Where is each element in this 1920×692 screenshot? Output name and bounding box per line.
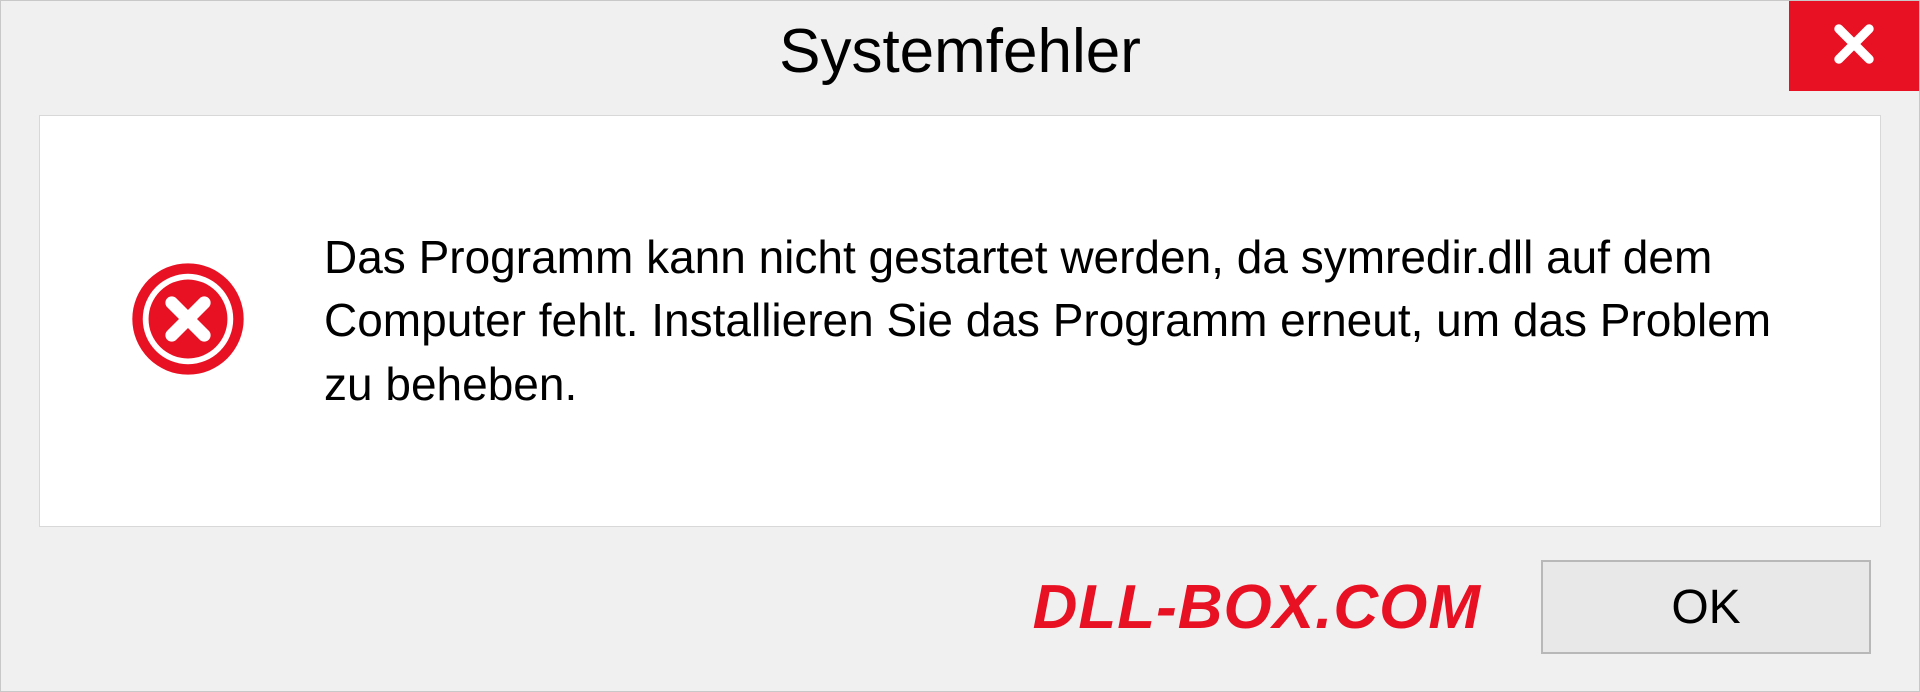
dialog-title: Systemfehler [779, 16, 1141, 87]
close-icon [1828, 18, 1880, 75]
close-button[interactable] [1789, 1, 1919, 91]
ok-button[interactable]: OK [1541, 560, 1871, 654]
error-icon [130, 261, 246, 382]
dialog-footer: DLL-BOX.COM OK [1, 551, 1919, 691]
error-message: Das Programm kann nicht gestartet werden… [324, 226, 1800, 416]
titlebar: Systemfehler [1, 1, 1919, 101]
error-dialog: Systemfehler Das Programm kann nicht ges… [0, 0, 1920, 692]
watermark-text: DLL-BOX.COM [1033, 572, 1481, 643]
content-panel: Das Programm kann nicht gestartet werden… [39, 115, 1881, 527]
ok-button-label: OK [1671, 580, 1740, 635]
